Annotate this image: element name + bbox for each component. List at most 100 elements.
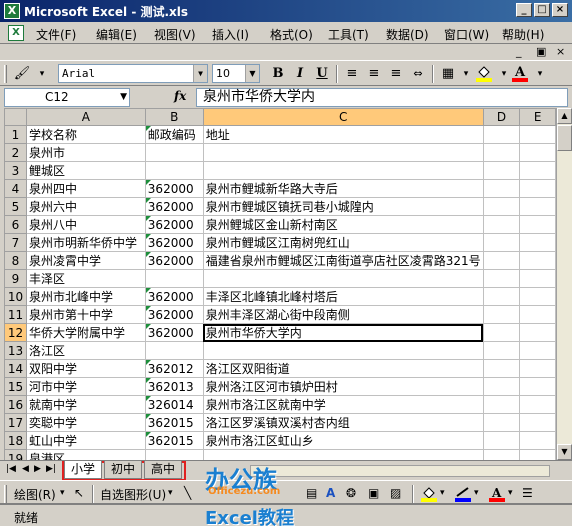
cell-c[interactable]: 泉州洛江区河市镇炉田村 bbox=[202, 377, 484, 396]
cell-b[interactable]: 362000 bbox=[144, 215, 204, 234]
cell-b[interactable]: 邮政编码 bbox=[144, 125, 204, 144]
cell-d[interactable] bbox=[482, 197, 521, 216]
cell-e[interactable] bbox=[519, 125, 556, 144]
cell-d[interactable] bbox=[482, 395, 521, 414]
cell-c[interactable]: 洛江区罗溪镇双溪村杏内组 bbox=[202, 413, 484, 432]
vertical-scrollbar[interactable]: ▲ ▼ bbox=[556, 108, 572, 460]
cell-a[interactable]: 泉州四中 bbox=[25, 179, 146, 198]
row-header[interactable]: 9 bbox=[4, 269, 27, 288]
cell-c[interactable]: 泉州丰泽区湖心街中段南侧 bbox=[202, 305, 484, 324]
cell-d[interactable] bbox=[482, 125, 521, 144]
cell-d[interactable] bbox=[482, 305, 521, 324]
row-header[interactable]: 15 bbox=[4, 377, 27, 396]
minimize-button[interactable]: _ bbox=[516, 3, 532, 17]
row-header[interactable]: 16 bbox=[4, 395, 27, 414]
cell-e[interactable] bbox=[519, 287, 556, 306]
scroll-down-icon[interactable]: ▼ bbox=[557, 444, 572, 460]
scroll-up-icon[interactable]: ▲ bbox=[557, 108, 572, 124]
row-header[interactable]: 2 bbox=[4, 143, 27, 162]
cell-e[interactable] bbox=[519, 161, 556, 180]
scroll-thumb[interactable] bbox=[557, 125, 572, 151]
cell-d[interactable] bbox=[482, 233, 521, 252]
cell-e[interactable] bbox=[519, 431, 556, 450]
draw-menu-button[interactable]: 绘图(R) bbox=[14, 486, 56, 503]
font-color-icon[interactable]: A bbox=[510, 64, 530, 84]
cell-c[interactable]: 泉州市华侨大学内 bbox=[202, 323, 484, 342]
workbook-icon[interactable]: X bbox=[8, 25, 24, 41]
cell-d[interactable] bbox=[482, 179, 521, 198]
cell-e[interactable] bbox=[519, 251, 556, 270]
menu-window[interactable]: 窗口(W) bbox=[444, 26, 489, 43]
cell-a[interactable]: 泉州市北峰中学 bbox=[25, 287, 146, 306]
cell-e[interactable] bbox=[519, 215, 556, 234]
row-header[interactable]: 11 bbox=[4, 305, 27, 324]
font-name-select[interactable]: Arial ▼ bbox=[58, 64, 208, 83]
chevron-down-icon[interactable]: ▼ bbox=[245, 65, 259, 82]
underline-button[interactable]: U bbox=[312, 64, 332, 84]
fill-color-icon[interactable] bbox=[420, 486, 438, 505]
tab-junior[interactable]: 初中 bbox=[104, 461, 143, 479]
cell-c[interactable]: 洛江区双阳街道 bbox=[202, 359, 484, 378]
chevron-down-icon[interactable]: ▾ bbox=[508, 488, 513, 498]
cell-c[interactable]: 地址 bbox=[202, 125, 484, 144]
cell-d[interactable] bbox=[482, 359, 521, 378]
cell-b[interactable] bbox=[144, 449, 204, 460]
line-tool-icon[interactable]: ╲ bbox=[184, 486, 191, 500]
maximize-button[interactable]: □ bbox=[534, 3, 550, 17]
cell-b[interactable]: 362015 bbox=[144, 431, 204, 450]
cell-b[interactable]: 362013 bbox=[144, 377, 204, 396]
cell-c[interactable] bbox=[202, 341, 484, 360]
menu-edit[interactable]: 编辑(E) bbox=[96, 26, 137, 43]
tab-senior[interactable]: 高中 bbox=[144, 461, 183, 479]
toolbar-grip[interactable] bbox=[4, 485, 7, 503]
chevron-down-icon[interactable]: ▾ bbox=[168, 488, 173, 498]
column-header-a[interactable]: A bbox=[25, 108, 146, 126]
format-painter-icon[interactable]: 🖌 bbox=[12, 64, 32, 84]
cell-c[interactable]: 泉州鲤城区金山新村南区 bbox=[202, 215, 484, 234]
cell-c[interactable]: 泉州市鲤城区江南树兜红山 bbox=[202, 233, 484, 252]
cell-e[interactable] bbox=[519, 197, 556, 216]
column-header-b[interactable]: B bbox=[144, 108, 204, 126]
column-header-e[interactable]: E bbox=[519, 108, 556, 126]
italic-button[interactable]: I bbox=[290, 64, 310, 84]
toolbar-grip[interactable] bbox=[4, 65, 7, 83]
tab-primary[interactable]: 小学 bbox=[64, 461, 103, 479]
row-header[interactable]: 18 bbox=[4, 431, 27, 450]
cell-c[interactable] bbox=[202, 269, 484, 288]
cell-c[interactable]: 泉州市洛江区就南中学 bbox=[202, 395, 484, 414]
fill-color-icon[interactable] bbox=[474, 64, 494, 84]
cell-c[interactable]: 泉州市鲤城区镇抚司巷小城隍内 bbox=[202, 197, 484, 216]
row-header[interactable]: 4 bbox=[4, 179, 27, 198]
align-center-icon[interactable]: ≡ bbox=[364, 64, 384, 84]
chevron-down-icon[interactable]: ▼ bbox=[193, 65, 207, 82]
row-header[interactable]: 3 bbox=[4, 161, 27, 180]
autoshapes-menu-button[interactable]: 自选图形(U) bbox=[100, 486, 166, 503]
row-header[interactable]: 10 bbox=[4, 287, 27, 306]
row-header[interactable]: 14 bbox=[4, 359, 27, 378]
chevron-down-icon[interactable]: ▾ bbox=[474, 488, 479, 498]
menu-file[interactable]: 文件(F) bbox=[36, 26, 76, 43]
chevron-down-icon[interactable]: ▾ bbox=[530, 64, 550, 84]
cell-a[interactable]: 泉州六中 bbox=[25, 197, 146, 216]
menu-view[interactable]: 视图(V) bbox=[154, 26, 196, 43]
cell-d[interactable] bbox=[482, 449, 521, 460]
row-header[interactable]: 1 bbox=[4, 125, 27, 144]
cell-e[interactable] bbox=[519, 413, 556, 432]
cell-d[interactable] bbox=[482, 161, 521, 180]
cell-a[interactable]: 泉港区 bbox=[25, 449, 146, 460]
insert-function-icon[interactable]: fx bbox=[174, 89, 186, 103]
row-header[interactable]: 19 bbox=[4, 449, 27, 460]
menu-tools[interactable]: 工具(T) bbox=[328, 26, 369, 43]
cell-d[interactable] bbox=[482, 143, 521, 162]
first-sheet-icon[interactable]: |◀ bbox=[6, 464, 16, 474]
cell-e[interactable] bbox=[519, 377, 556, 396]
cell-a[interactable]: 丰泽区 bbox=[25, 269, 146, 288]
menu-format[interactable]: 格式(O) bbox=[270, 26, 313, 43]
toolbar-options-icon[interactable]: ▾ bbox=[32, 64, 52, 84]
line-color-icon[interactable] bbox=[454, 486, 472, 505]
column-header-d[interactable]: D bbox=[482, 108, 521, 126]
cell-a[interactable]: 泉州市 bbox=[25, 143, 146, 162]
column-header-c[interactable]: C bbox=[202, 108, 484, 126]
chevron-down-icon[interactable]: ▾ bbox=[440, 488, 445, 498]
cell-a[interactable]: 鲤城区 bbox=[25, 161, 146, 180]
